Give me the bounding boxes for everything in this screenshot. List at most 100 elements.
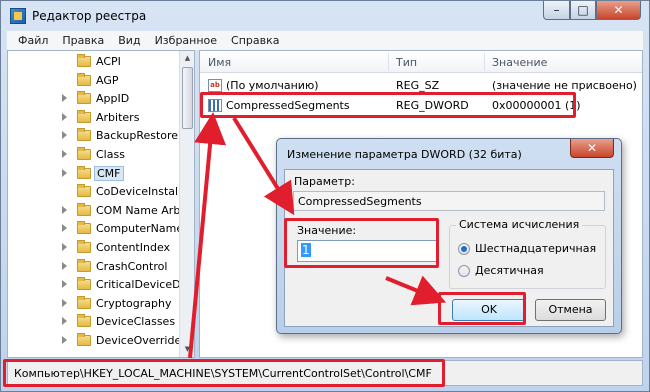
tree-item[interactable]: Class bbox=[8, 146, 178, 164]
menu-edit[interactable]: Правка bbox=[55, 34, 111, 47]
expand-arrow-icon[interactable] bbox=[62, 94, 67, 103]
tree-item[interactable]: CMF bbox=[8, 165, 178, 183]
menu-file[interactable]: Файл bbox=[11, 34, 55, 47]
folder-icon bbox=[77, 258, 91, 272]
expand-arrow-icon[interactable] bbox=[62, 131, 67, 140]
tree-item[interactable]: CriticalDeviceDa bbox=[8, 276, 187, 294]
folder-icon bbox=[77, 221, 91, 235]
tree-item[interactable]: ContentIndex bbox=[8, 239, 178, 257]
expand-arrow-icon[interactable] bbox=[62, 298, 67, 307]
folder-icon bbox=[77, 147, 91, 160]
title-bar: Редактор реестра – □ ✕ bbox=[1, 1, 649, 31]
folder-icon bbox=[77, 277, 91, 291]
expand-arrow-icon[interactable] bbox=[62, 261, 67, 270]
folder-icon bbox=[77, 240, 91, 253]
value-type: REG_DWORD bbox=[396, 99, 469, 112]
edit-dword-dialog: Изменение параметра DWORD (32 бита) ✕ Па… bbox=[276, 138, 622, 334]
radio-button-checked[interactable] bbox=[458, 243, 470, 255]
tree-item-label: ACPI bbox=[96, 55, 121, 68]
tree-item[interactable]: CoDeviceInstalle bbox=[8, 183, 188, 201]
expand-arrow-icon[interactable] bbox=[62, 336, 67, 344]
tree-item-label: CMF bbox=[94, 165, 124, 181]
column-separator[interactable] bbox=[388, 53, 389, 71]
value-name: CompressedSegments bbox=[226, 99, 350, 112]
tree-item-label: DeviceClasses bbox=[96, 315, 176, 329]
folder-icon bbox=[77, 128, 91, 142]
base-groupbox: Система исчисления Шестнадцатеричная Дес… bbox=[449, 218, 606, 289]
tree-item[interactable]: COM Name Arb bbox=[8, 202, 181, 220]
tree-scrollbar[interactable]: ▲ ▼ bbox=[179, 51, 194, 357]
expand-arrow-icon[interactable] bbox=[62, 168, 67, 177]
status-bar: Компьютер\HKEY_LOCAL_MACHINE\SYSTEM\Curr… bbox=[7, 360, 643, 386]
expand-arrow-icon[interactable] bbox=[62, 150, 67, 158]
tree-item[interactable]: ACPI bbox=[8, 53, 178, 71]
tree-item[interactable]: AGP bbox=[8, 72, 178, 90]
column-separator[interactable] bbox=[484, 53, 485, 71]
value-data: (значение не присвоено) bbox=[492, 79, 637, 92]
tree-item-label: CoDeviceInstalle bbox=[96, 185, 188, 199]
menu-favorites[interactable]: Избранное bbox=[148, 34, 224, 47]
tree-item-label: AGP bbox=[96, 73, 119, 87]
folder-icon bbox=[77, 165, 91, 179]
list-row-compressedsegments[interactable]: CompressedSegments REG_DWORD 0x00000001 … bbox=[200, 97, 642, 115]
tree-item-label: ContentIndex bbox=[96, 241, 171, 254]
tree-item[interactable]: CrashControl bbox=[8, 258, 178, 276]
parameter-label: Параметр: bbox=[294, 175, 355, 188]
list-header: Имя Тип Значение bbox=[200, 51, 642, 73]
dialog-close-button[interactable]: ✕ bbox=[570, 139, 614, 158]
tree-item[interactable]: Arbiters bbox=[8, 109, 178, 127]
tree-item[interactable]: BackupRestore bbox=[8, 127, 178, 145]
base-group-title: Система исчисления bbox=[456, 218, 583, 231]
window-controls: – □ ✕ bbox=[543, 1, 641, 21]
scroll-up-icon[interactable]: ▲ bbox=[182, 52, 193, 64]
folder-icon bbox=[77, 333, 91, 346]
ok-button[interactable]: OK bbox=[452, 299, 526, 321]
list-row-default[interactable]: ab (По умолчанию) REG_SZ (значение не пр… bbox=[200, 77, 642, 95]
tree-item-label: COM Name Arb bbox=[96, 203, 181, 217]
minimize-button[interactable]: – bbox=[543, 1, 570, 20]
folder-icon bbox=[77, 109, 91, 123]
string-value-icon: ab bbox=[208, 79, 222, 92]
value-name: (По умолчанию) bbox=[226, 79, 319, 92]
close-button[interactable]: ✕ bbox=[596, 1, 641, 20]
folder-icon bbox=[77, 202, 91, 216]
expand-arrow-icon[interactable] bbox=[62, 112, 67, 121]
tree-item-label: Cryptography bbox=[96, 296, 172, 310]
menu-help[interactable]: Справка bbox=[224, 34, 286, 47]
tree-item[interactable]: DeviceOverrides bbox=[8, 332, 187, 350]
scrollbar-thumb[interactable] bbox=[182, 67, 193, 129]
radio-button[interactable] bbox=[458, 265, 470, 277]
tree-item[interactable]: DeviceClasses bbox=[8, 313, 178, 331]
maximize-button[interactable]: □ bbox=[570, 1, 596, 20]
folder-icon bbox=[77, 72, 91, 86]
scroll-down-icon[interactable]: ▼ bbox=[182, 343, 193, 355]
expand-arrow-icon[interactable] bbox=[62, 224, 67, 233]
expand-arrow-icon[interactable] bbox=[62, 280, 67, 289]
value-label: Значение: bbox=[297, 224, 357, 237]
column-header-value[interactable]: Значение bbox=[492, 56, 547, 69]
registry-path: Компьютер\HKEY_LOCAL_MACHINE\SYSTEM\Curr… bbox=[14, 367, 432, 380]
menu-view[interactable]: Вид bbox=[111, 34, 147, 47]
tree-item-label: Arbiters bbox=[96, 110, 140, 124]
parameter-name-field: CompressedSegments bbox=[293, 191, 605, 211]
expand-arrow-icon[interactable] bbox=[62, 243, 67, 251]
tree-item-label: ComputerName bbox=[96, 222, 184, 236]
registry-key-tree: ACPI AGP AppID Arbiters BackupRestore Class CM… bbox=[7, 50, 195, 358]
column-header-type[interactable]: Тип bbox=[396, 56, 417, 69]
tree-item[interactable]: ComputerName bbox=[8, 220, 183, 238]
tree-item[interactable]: AppID bbox=[8, 90, 178, 108]
folder-icon bbox=[77, 54, 91, 67]
folder-icon bbox=[77, 295, 91, 309]
value-data: 0x00000001 (1) bbox=[492, 99, 581, 112]
tree-item-label: AppID bbox=[96, 92, 130, 106]
dialog-body: Параметр: CompressedSegments Значение: 1… bbox=[284, 169, 614, 327]
tree-item-label: CriticalDeviceDa bbox=[96, 278, 188, 292]
expand-arrow-icon[interactable] bbox=[62, 317, 67, 326]
expand-arrow-icon[interactable] bbox=[62, 205, 67, 214]
tree-item-label: BackupRestore bbox=[96, 129, 179, 143]
column-header-name[interactable]: Имя bbox=[208, 56, 231, 69]
value-input[interactable]: 1 bbox=[297, 240, 437, 262]
tree-item[interactable]: Cryptography bbox=[8, 295, 178, 313]
cancel-button[interactable]: Отмена bbox=[535, 299, 606, 321]
tree-item-label: Class bbox=[96, 148, 125, 161]
